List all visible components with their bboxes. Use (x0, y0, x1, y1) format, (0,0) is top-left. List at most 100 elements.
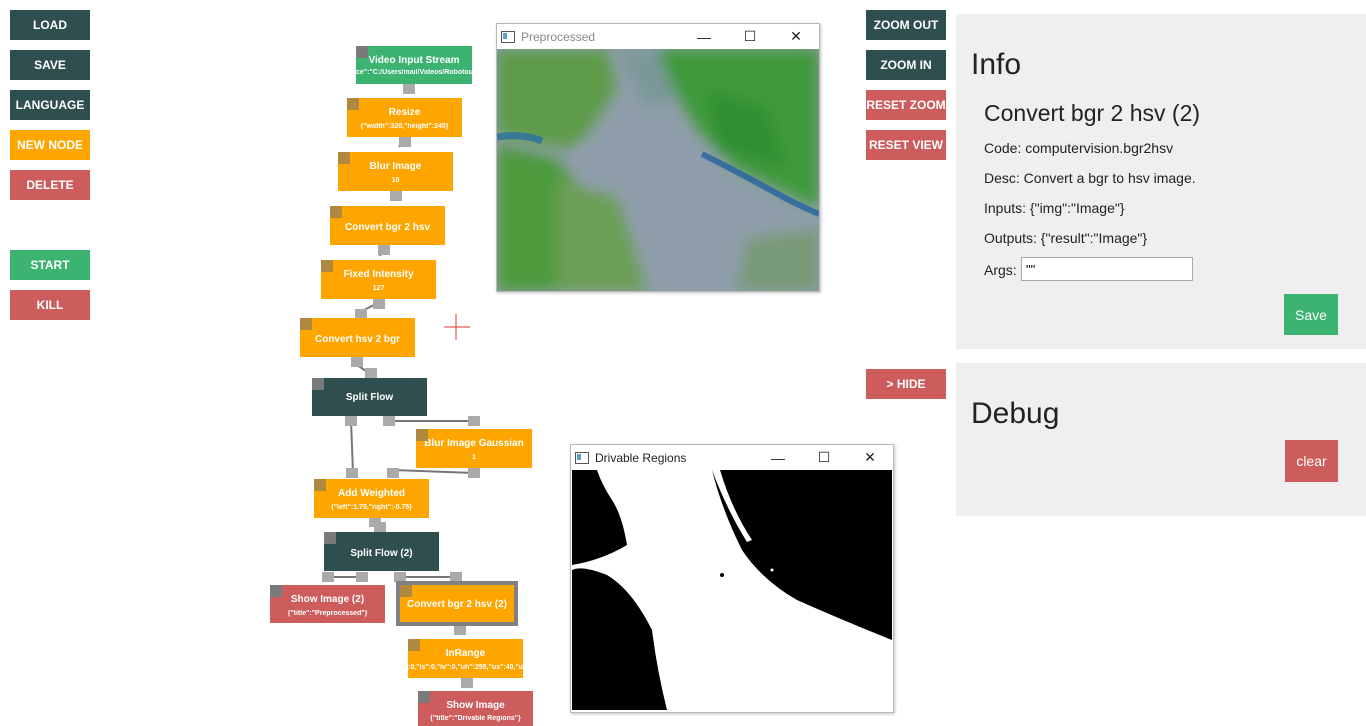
node-fixed-intensity[interactable]: Fixed Intensity 127 (321, 260, 436, 299)
debug-heading: Debug (971, 397, 1060, 430)
node-title: Show Image (2) (290, 594, 365, 605)
minimize-icon[interactable]: — (681, 24, 727, 49)
node-blur-image-gaussian[interactable]: Blur Image Gaussian 1 (416, 429, 532, 468)
node-args: {"title":"Drivable Regions"} (430, 715, 521, 722)
drivable-regions-window[interactable]: Drivable Regions — ☐ ✕ (570, 444, 894, 713)
node-code: Code: computervision.bgr2hsv (984, 140, 1174, 156)
port[interactable] (390, 191, 402, 201)
node-title: Video Input Stream (368, 55, 460, 66)
node-outputs: Outputs: {"result":"Image"} (984, 230, 1148, 246)
node-title: Convert hsv 2 bgr (314, 334, 401, 345)
port[interactable] (365, 368, 377, 378)
port[interactable] (403, 84, 415, 94)
port[interactable] (351, 357, 363, 367)
node-handle[interactable] (312, 378, 324, 390)
node-handle[interactable] (356, 46, 368, 58)
window-titlebar[interactable]: Drivable Regions — ☐ ✕ (571, 445, 893, 470)
node-show-image[interactable]: Show Image {"title":"Drivable Regions"} (418, 691, 533, 726)
node-split-flow[interactable]: Split Flow (312, 378, 427, 416)
port[interactable] (454, 625, 466, 635)
port[interactable] (356, 572, 368, 582)
node-description: Desc: Convert a bgr to hsv image. (984, 170, 1196, 186)
port[interactable] (345, 416, 357, 426)
port[interactable] (399, 137, 411, 147)
info-panel: Info Convert bgr 2 hsv (2) Code: compute… (956, 14, 1366, 349)
node-handle[interactable] (324, 532, 336, 544)
edge-split-addweighted (350, 420, 354, 473)
port[interactable] (322, 572, 334, 582)
window-title: Preprocessed (521, 29, 596, 44)
maximize-icon[interactable]: ☐ (727, 24, 773, 49)
port[interactable] (468, 416, 480, 426)
node-args: 1 (472, 454, 476, 461)
node-handle[interactable] (347, 98, 359, 110)
window-titlebar[interactable]: Preprocessed — ☐ ✕ (497, 24, 819, 49)
info-save-button[interactable]: Save (1284, 294, 1338, 335)
node-inrange[interactable]: InRange :0,"ls":0,"lv":0,"uh":255,"us":4… (408, 639, 523, 678)
preprocessed-window[interactable]: Preprocessed — ☐ ✕ (496, 23, 820, 292)
info-heading: Info (971, 48, 1022, 81)
port[interactable] (450, 572, 462, 582)
node-title: Resize (388, 107, 421, 118)
port[interactable] (374, 522, 386, 532)
node-title: Split Flow (2) (350, 548, 413, 559)
maximize-icon[interactable]: ☐ (801, 445, 847, 470)
node-args: ce":"C:/Users/mail/Videos/Robotour (356, 69, 472, 76)
node-args: {"title":"Preprocessed"} (287, 610, 368, 617)
node-add-weighted[interactable]: Add Weighted {"left":1.75,"right":-0.75} (314, 479, 429, 518)
minimize-icon[interactable]: — (755, 445, 801, 470)
node-handle[interactable] (418, 691, 430, 703)
node-handle[interactable] (330, 206, 342, 218)
port[interactable] (346, 468, 358, 478)
node-blur-image[interactable]: Blur Image 10 (338, 152, 453, 191)
node-title: Blur Image (369, 161, 422, 172)
crosshair-icon (444, 314, 470, 340)
node-convert-bgr-2-hsv[interactable]: Convert bgr 2 hsv (330, 206, 445, 245)
node-title: Split Flow (345, 392, 394, 403)
node-args: {"width":320,"height":240} (360, 123, 449, 130)
node-handle[interactable] (270, 585, 282, 597)
selected-node-name: Convert bgr 2 hsv (2) (984, 100, 1201, 126)
clear-button[interactable]: clear (1285, 440, 1338, 482)
close-icon[interactable]: ✕ (847, 445, 893, 470)
node-title: Convert bgr 2 hsv (2) (406, 599, 508, 610)
port[interactable] (461, 678, 473, 688)
edge-gaussian-addweighted (392, 469, 475, 474)
node-title: Convert bgr 2 hsv (344, 222, 431, 233)
node-handle[interactable] (408, 639, 420, 651)
port[interactable] (373, 299, 385, 309)
node-inputs: Inputs: {"img":"Image"} (984, 200, 1125, 216)
args-input[interactable] (1021, 257, 1193, 281)
node-title: Add Weighted (337, 488, 406, 499)
port[interactable] (378, 245, 390, 255)
node-split-flow-2[interactable]: Split Flow (2) (324, 532, 439, 571)
window-title: Drivable Regions (595, 450, 687, 465)
node-args: :0,"ls":0,"lv":0,"uh":255,"us":40,"uv":2 (408, 664, 523, 671)
node-args: 10 (391, 177, 400, 184)
node-video-input-stream[interactable]: Video Input Stream ce":"C:/Users/mail/Vi… (356, 46, 472, 84)
preprocessed-image (497, 49, 819, 291)
drivable-regions-image (572, 470, 892, 710)
node-handle[interactable] (314, 479, 326, 491)
node-title: InRange (445, 648, 486, 659)
node-handle[interactable] (338, 152, 350, 164)
node-handle[interactable] (400, 585, 412, 597)
close-icon[interactable]: ✕ (773, 24, 819, 49)
app-icon (575, 451, 589, 464)
port[interactable] (468, 468, 480, 478)
port[interactable] (383, 416, 395, 426)
node-handle[interactable] (321, 260, 333, 272)
node-args: {"left":1.75,"right":-0.75} (331, 504, 412, 511)
port[interactable] (394, 572, 406, 582)
node-convert-hsv-2-bgr[interactable]: Convert hsv 2 bgr (300, 318, 415, 357)
node-convert-bgr-2-hsv-2[interactable]: Convert bgr 2 hsv (2) (396, 581, 518, 626)
node-title: Fixed Intensity (343, 269, 414, 280)
node-show-image-2[interactable]: Show Image (2) {"title":"Preprocessed"} (270, 585, 385, 623)
app-icon (501, 30, 515, 43)
node-title: Show Image (446, 700, 505, 711)
node-handle[interactable] (300, 318, 312, 330)
node-resize[interactable]: Resize {"width":320,"height":240} (347, 98, 462, 137)
port[interactable] (387, 468, 399, 478)
node-args: 127 (372, 285, 385, 292)
node-handle[interactable] (416, 429, 428, 441)
